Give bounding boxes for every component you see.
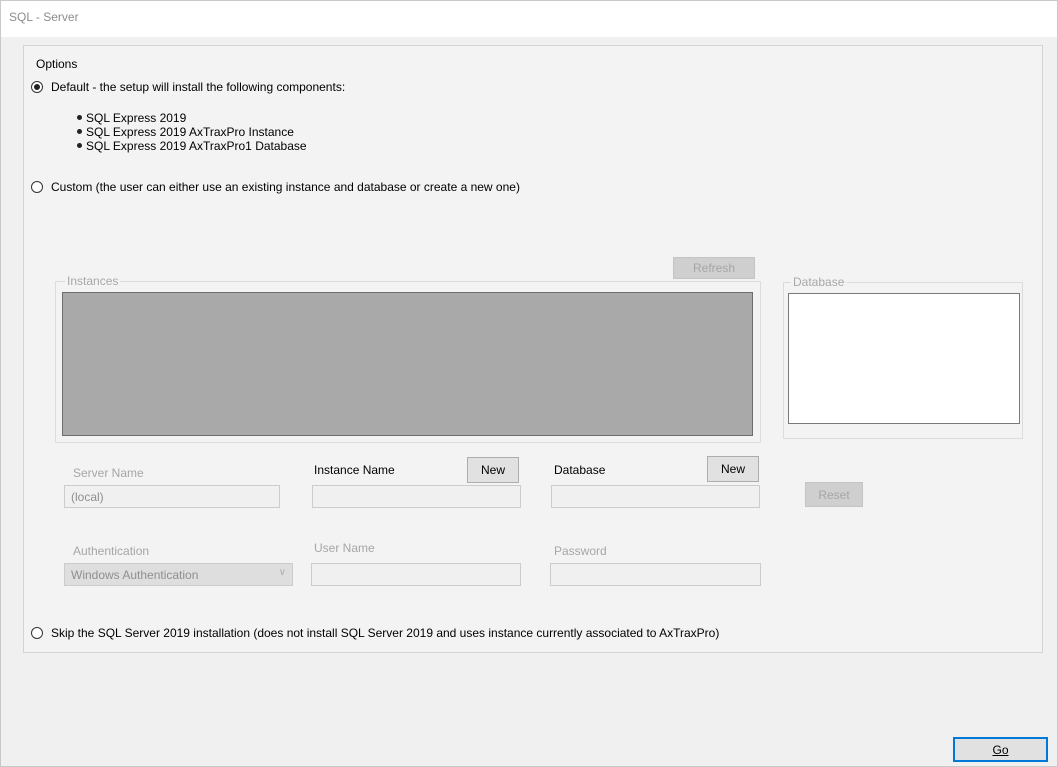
instances-list[interactable] bbox=[62, 292, 753, 436]
go-button[interactable]: Go bbox=[953, 737, 1048, 762]
authentication-label: Authentication bbox=[73, 544, 150, 558]
sql-server-dialog: SQL - Server Options Default - the setup… bbox=[0, 0, 1058, 767]
instances-label: Instances bbox=[65, 274, 121, 288]
reset-button[interactable]: Reset bbox=[805, 482, 863, 507]
database-group-label: Database bbox=[791, 275, 847, 289]
default-radio-label[interactable]: Default - the setup will install the fol… bbox=[51, 80, 345, 94]
password-field[interactable] bbox=[550, 563, 761, 586]
instance-name-field[interactable] bbox=[312, 485, 521, 508]
refresh-button[interactable]: Refresh bbox=[673, 257, 755, 279]
custom-radio-label[interactable]: Custom (the user can either use an exist… bbox=[51, 180, 520, 194]
instance-name-label: Instance Name bbox=[314, 463, 395, 477]
component-item: SQL Express 2019 AxTraxPro1 Database bbox=[77, 139, 307, 153]
server-name-label: Server Name bbox=[73, 466, 144, 480]
skip-radio[interactable] bbox=[31, 627, 43, 639]
window-title: SQL - Server bbox=[9, 10, 79, 24]
bullet-icon bbox=[77, 143, 82, 149]
custom-radio[interactable] bbox=[31, 181, 43, 193]
database-field[interactable] bbox=[551, 485, 760, 508]
chevron-down-icon: ∨ bbox=[278, 567, 286, 578]
username-label: User Name bbox=[314, 541, 375, 555]
username-field[interactable] bbox=[311, 563, 521, 586]
password-label: Password bbox=[554, 544, 607, 558]
title-bar: SQL - Server bbox=[1, 1, 1057, 37]
new-instance-button[interactable]: New bbox=[467, 457, 519, 483]
authentication-select[interactable]: Windows Authentication ∨ bbox=[64, 563, 293, 586]
database-label: Database bbox=[554, 463, 606, 477]
options-group-label: Options bbox=[35, 57, 79, 71]
database-list[interactable] bbox=[788, 293, 1020, 424]
authentication-value: Windows Authentication bbox=[71, 568, 199, 582]
default-radio[interactable] bbox=[31, 81, 43, 93]
bullet-icon bbox=[77, 129, 82, 135]
skip-radio-label[interactable]: Skip the SQL Server 2019 installation (d… bbox=[51, 626, 719, 640]
bullet-icon bbox=[77, 115, 82, 121]
new-database-button[interactable]: New bbox=[707, 456, 759, 482]
component-item: SQL Express 2019 bbox=[77, 111, 186, 125]
server-name-field[interactable]: (local) bbox=[64, 485, 280, 508]
component-item: SQL Express 2019 AxTraxPro Instance bbox=[77, 125, 294, 139]
